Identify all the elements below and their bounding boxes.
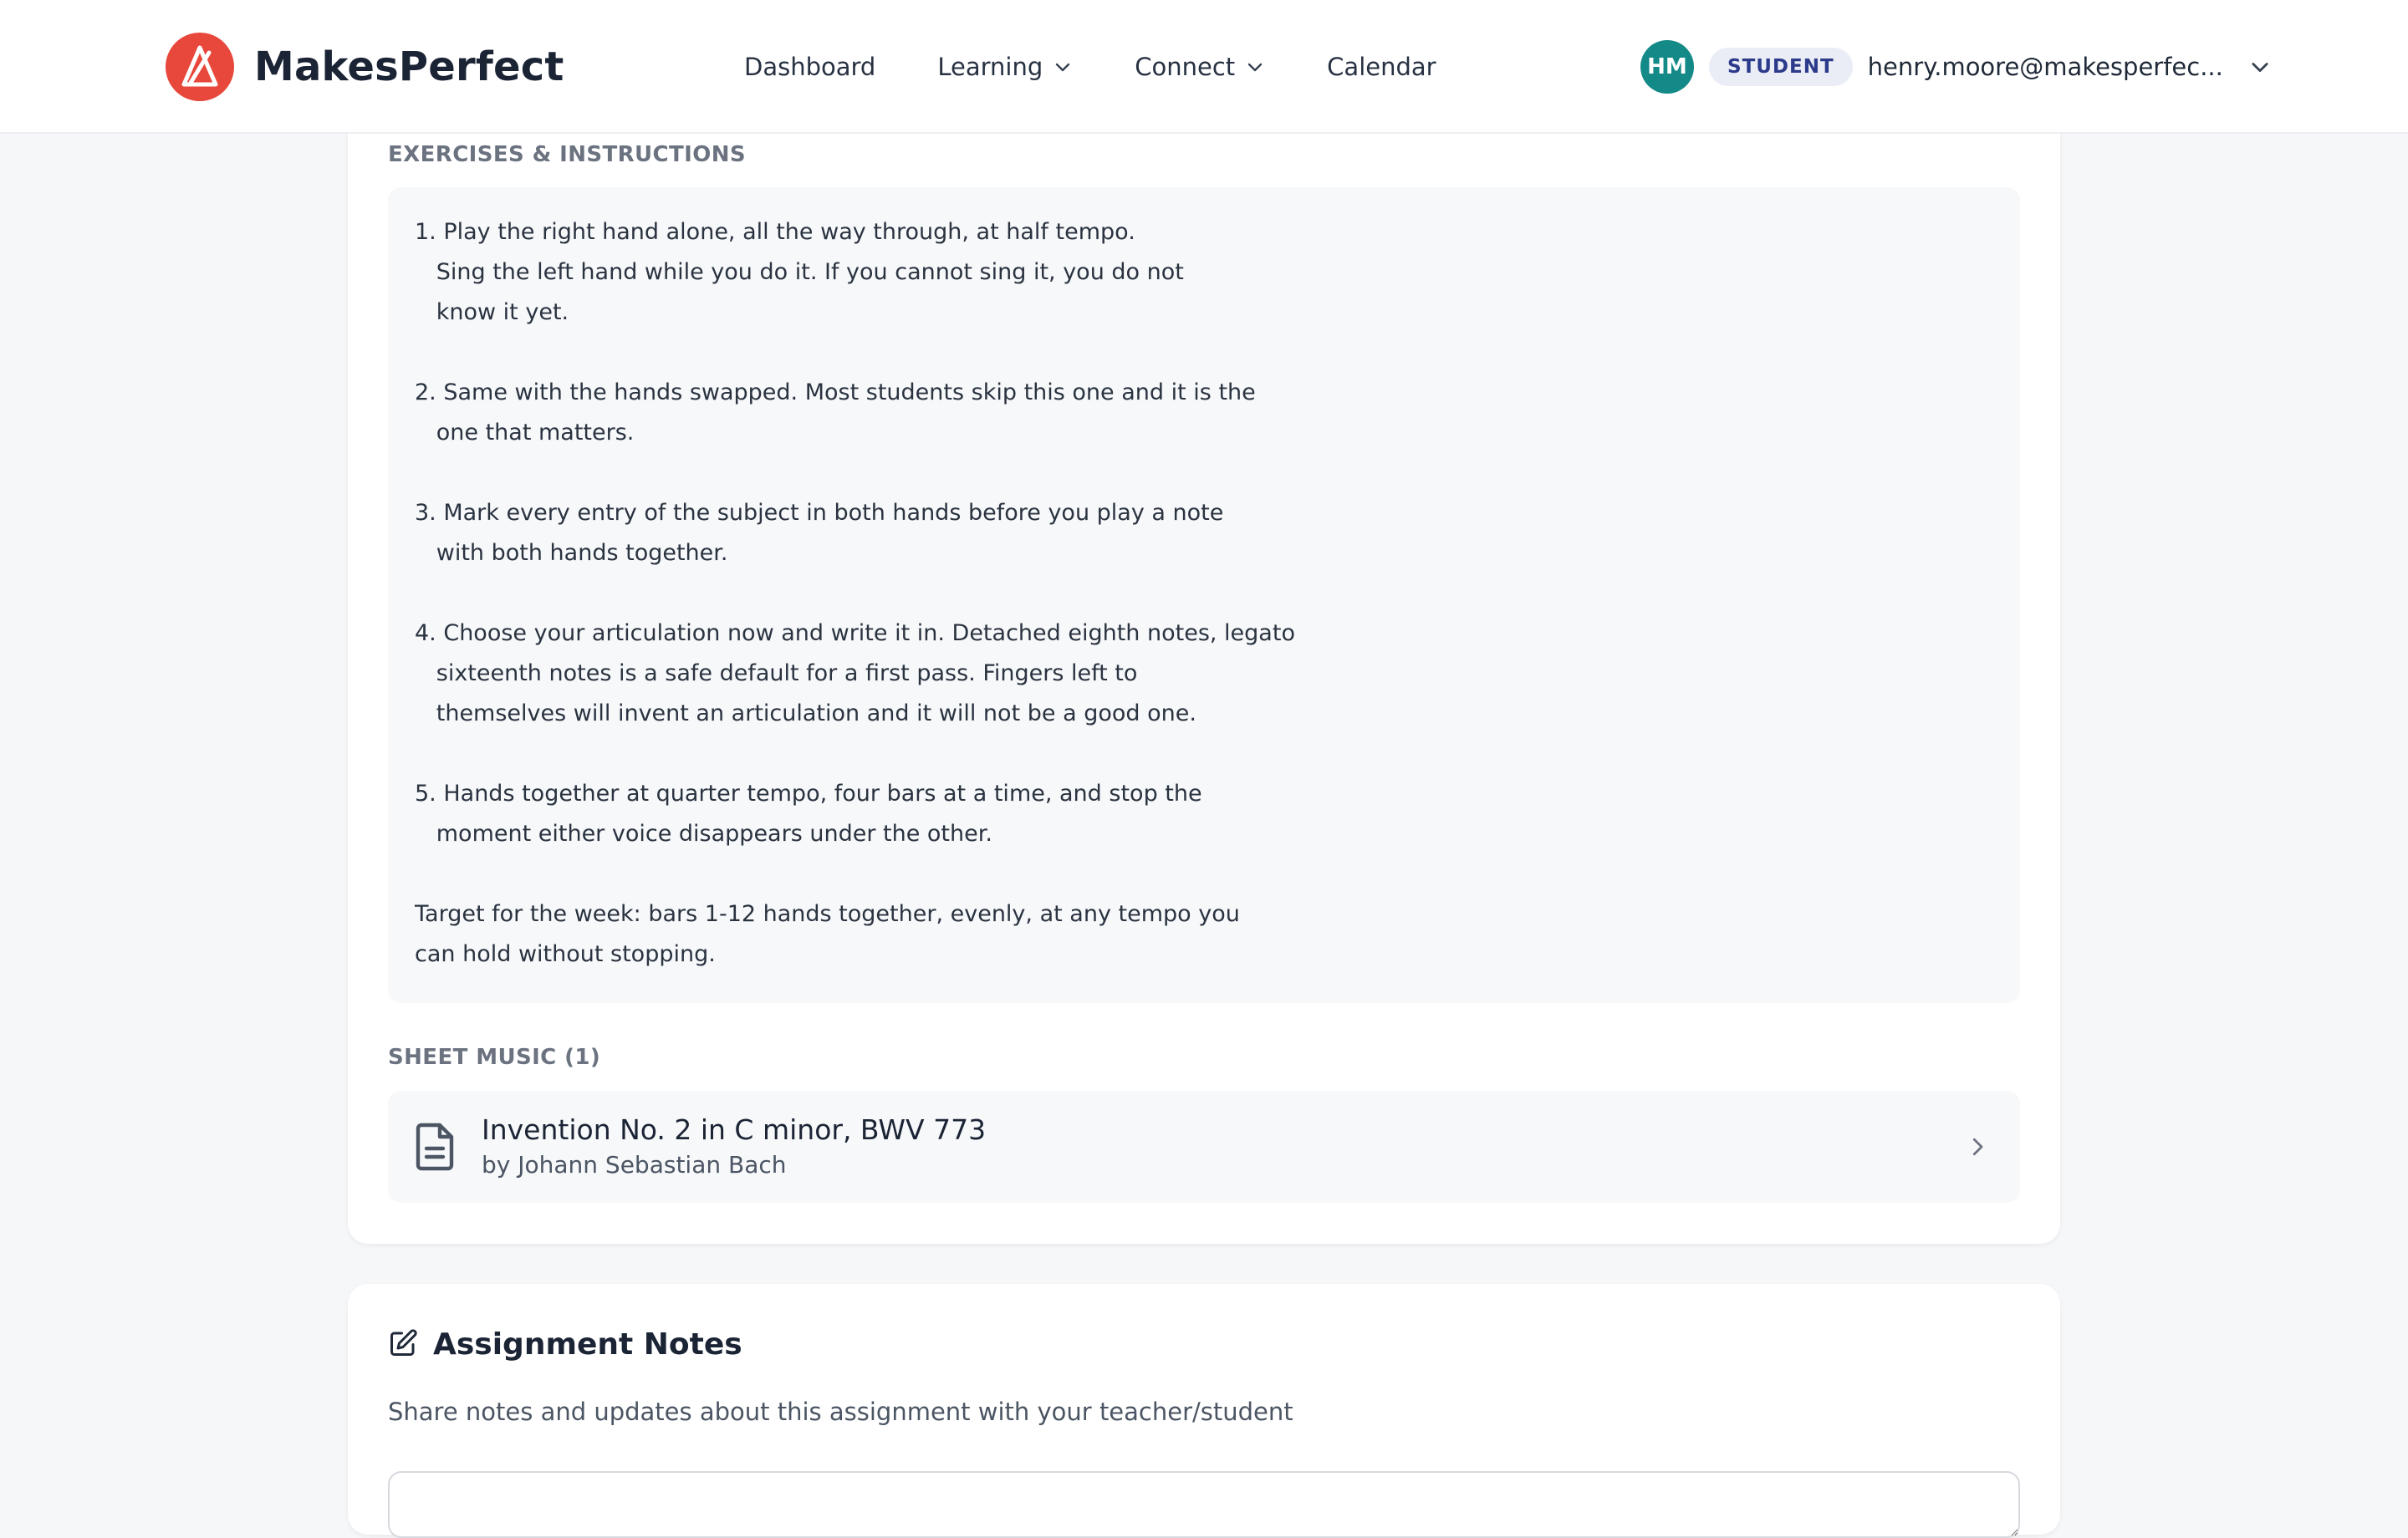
chevron-down-icon[interactable] — [2248, 55, 2272, 79]
top-navigation-bar: MakesPerfect Dashboard Learning Connect … — [0, 0, 2408, 134]
notes-input[interactable] — [388, 1471, 2020, 1538]
role-badge: STUDENT — [1709, 48, 1853, 86]
user-menu[interactable]: HM STUDENT henry.moore@makesperfec... — [1640, 40, 2272, 94]
nav-dashboard-label: Dashboard — [744, 53, 876, 81]
avatar: HM — [1640, 40, 1694, 94]
brand-home-link[interactable]: MakesPerfect — [166, 32, 564, 102]
chevron-down-icon — [1247, 63, 1263, 72]
brand-name: MakesPerfect — [254, 43, 564, 90]
instructions-box: 1. Play the right hand alone, all the wa… — [388, 187, 2020, 1003]
user-email: henry.moore@makesperfec... — [1867, 53, 2223, 81]
notes-subtitle: Share notes and updates about this assig… — [388, 1398, 1293, 1426]
main-nav: Dashboard Learning Connect Calendar — [744, 42, 1498, 92]
metronome-icon — [166, 33, 234, 101]
sheet-music-composer: by Johann Sebastian Bach — [482, 1151, 787, 1179]
sheet-music-title: Invention No. 2 in C minor, BWV 773 — [482, 1113, 987, 1146]
nav-calendar-label: Calendar — [1327, 53, 1436, 81]
nav-learning-dropdown[interactable]: Learning — [937, 53, 1073, 81]
sheet-music-item[interactable]: Invention No. 2 in C minor, BWV 773 by J… — [388, 1091, 2020, 1203]
chevron-down-icon — [1056, 63, 1070, 72]
instructions-text: 1. Play the right hand alone, all the wa… — [415, 219, 1295, 967]
nav-calendar[interactable]: Calendar — [1327, 53, 1436, 81]
nav-connect-dropdown[interactable]: Connect — [1135, 53, 1265, 81]
exercises-section-label: EXERCISES & INSTRUCTIONS — [388, 142, 747, 167]
notes-title: Assignment Notes — [433, 1327, 742, 1362]
sheet-music-section-label: SHEET MUSIC (1) — [388, 1045, 601, 1070]
document-icon — [413, 1122, 460, 1172]
sheet-music-text: Invention No. 2 in C minor, BWV 773 by J… — [482, 1112, 986, 1182]
nav-dashboard[interactable]: Dashboard — [744, 53, 875, 81]
nav-learning-label: Learning — [937, 53, 1043, 81]
notes-header: Assignment Notes — [388, 1327, 742, 1362]
edit-icon — [388, 1328, 418, 1362]
chevron-right-icon — [1965, 1091, 1990, 1203]
nav-connect-label: Connect — [1135, 53, 1236, 81]
